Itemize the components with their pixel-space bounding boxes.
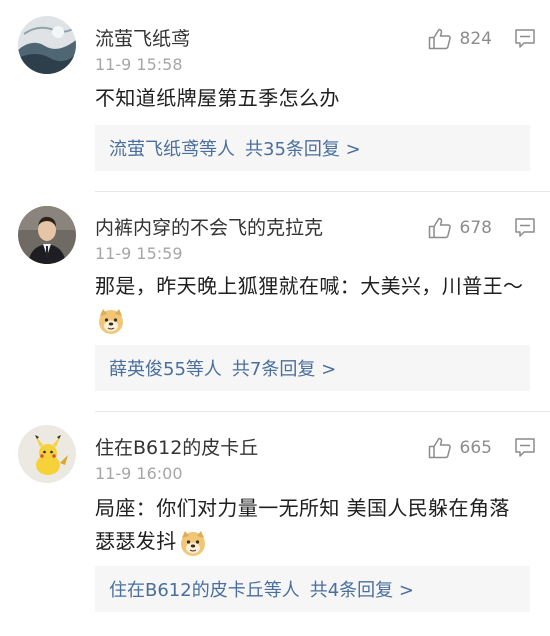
reply-count: 共35条回复 > (245, 139, 361, 160)
like-button[interactable]: 824 (428, 26, 492, 52)
comment-time: 11-9 16:00 (95, 464, 183, 483)
like-count: 824 (459, 29, 492, 49)
reply-user: 流萤飞纸鸢 (109, 139, 199, 160)
user-avatar[interactable] (18, 206, 76, 264)
divider (95, 411, 550, 412)
reply-button[interactable] (514, 28, 536, 50)
like-count: 665 (459, 438, 492, 458)
username[interactable]: 内裤内穿的不会飞的克拉克 (95, 213, 323, 240)
doge-emoji-icon (97, 307, 125, 335)
comment-bubble-icon (515, 29, 535, 48)
divider (95, 191, 550, 192)
thumbs-up-icon (428, 28, 451, 50)
reply-button[interactable] (514, 437, 536, 459)
reply-count: 共4条回复 > (309, 580, 414, 601)
reply-count: 共7条回复 > (231, 359, 337, 380)
reply-suffix: 等人 (263, 580, 300, 601)
comment-time: 11-9 15:59 (95, 244, 183, 263)
man-in-suit-avatar-icon (18, 206, 76, 264)
reply-suffix: 等人 (185, 359, 222, 380)
reply-button[interactable] (514, 217, 536, 239)
reply-user: 薛英俊55 (109, 359, 186, 380)
comment-text: 那是，昨天晚上狐狸就在喊：大美兴，川普王～ (95, 270, 525, 336)
like-button[interactable]: 665 (428, 435, 492, 461)
landscape-avatar-icon (18, 16, 76, 74)
view-replies-button[interactable]: 流萤飞纸鸢 等人 共35条回复 > (95, 125, 530, 171)
user-avatar[interactable] (18, 425, 76, 483)
like-button[interactable]: 678 (428, 215, 492, 241)
reply-suffix: 等人 (199, 139, 235, 160)
username[interactable]: 住在B612的皮卡丘 (95, 433, 258, 460)
comment-time: 11-9 15:58 (95, 55, 183, 74)
view-replies-button[interactable]: 薛英俊55 等人 共7条回复 > (95, 345, 530, 391)
thumbs-up-icon (428, 437, 451, 459)
thumbs-up-icon (428, 217, 451, 239)
doge-emoji-icon (179, 529, 207, 557)
view-replies-button[interactable]: 住在B612的皮卡丘 等人 共4条回复 > (95, 566, 530, 612)
comment-bubble-icon (515, 218, 535, 237)
username[interactable]: 流萤飞纸鸢 (95, 24, 190, 51)
pikachu-avatar-icon (18, 425, 76, 483)
comment-text: 局座：你们对力量一无所知 美国人民躲在角落瑟瑟发抖 (95, 492, 525, 558)
comment-text: 不知道纸牌屋第五季怎么办 (95, 86, 340, 110)
reply-user: 住在B612的皮卡丘 (109, 580, 264, 601)
comment-bubble-icon (515, 438, 535, 457)
like-count: 678 (459, 218, 492, 238)
user-avatar[interactable] (18, 16, 76, 74)
